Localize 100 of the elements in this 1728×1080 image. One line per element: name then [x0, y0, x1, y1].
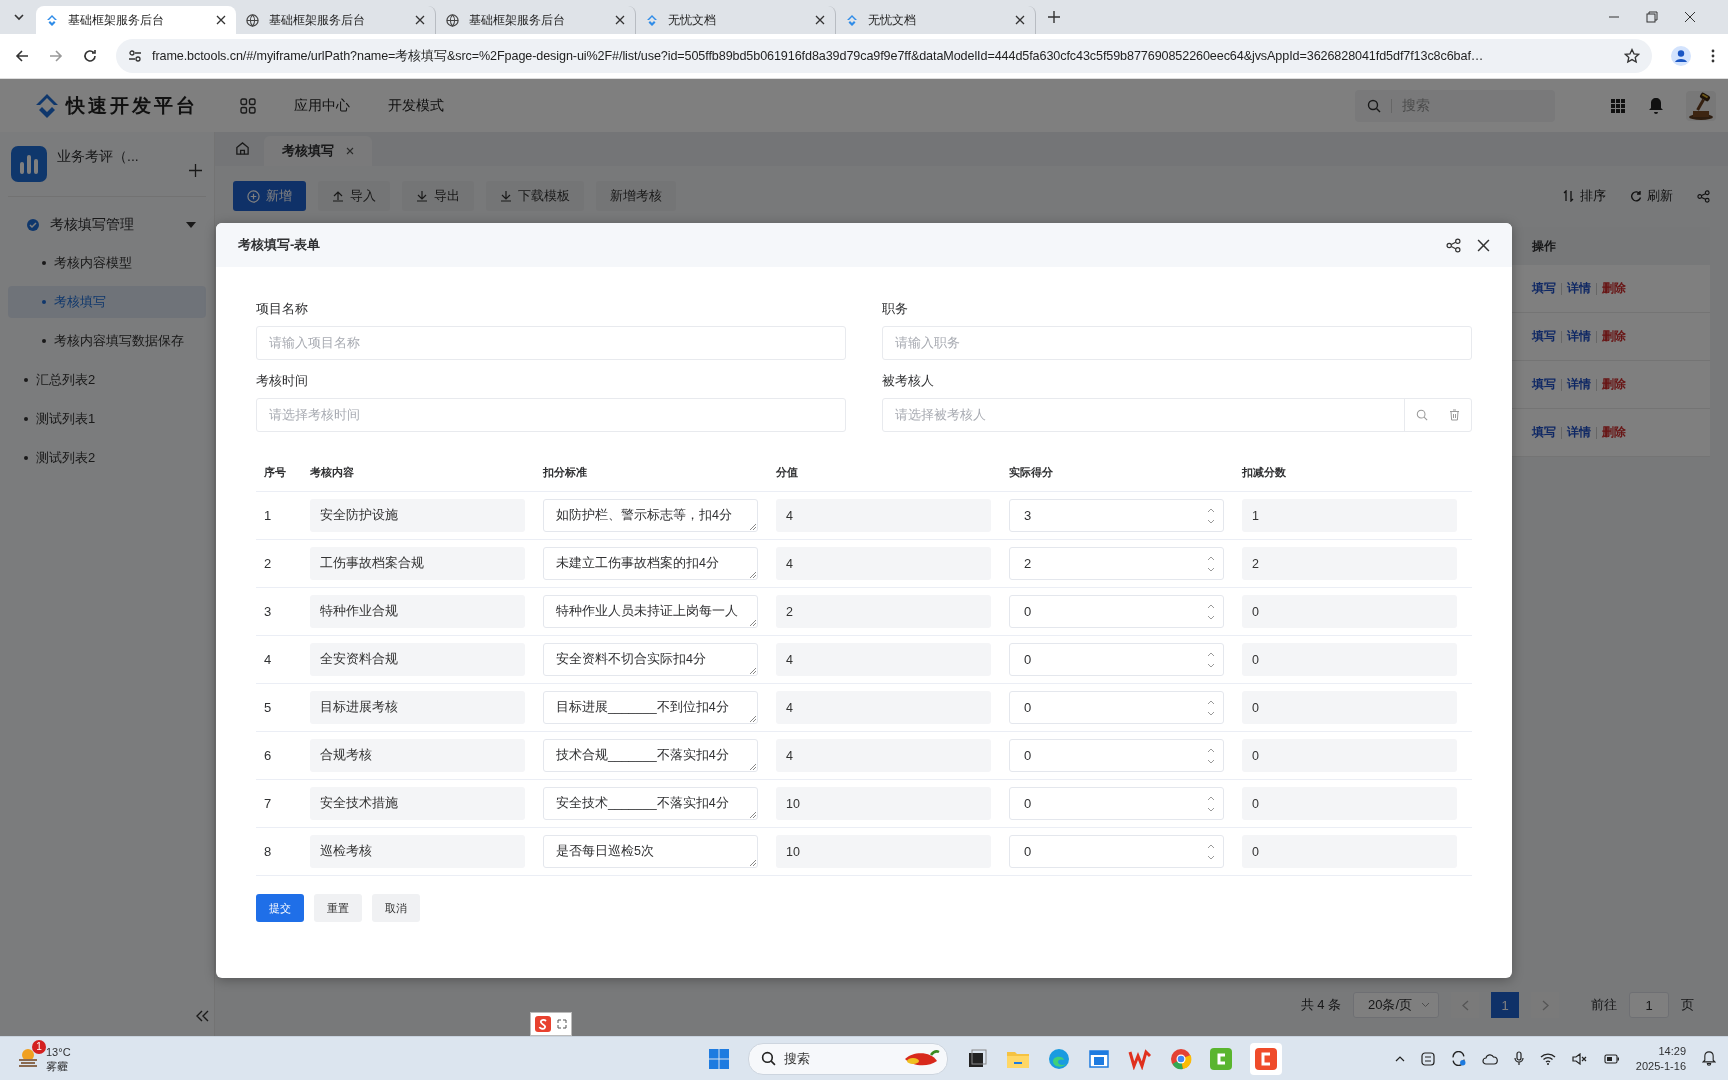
battery-icon[interactable] — [1603, 1053, 1620, 1064]
chevron-up-icon[interactable] — [1394, 1055, 1405, 1062]
task-view-icon[interactable] — [966, 1047, 989, 1070]
chrome-browser-icon[interactable] — [1170, 1047, 1193, 1070]
back-icon[interactable] — [14, 48, 30, 64]
tray-app-icon[interactable] — [1420, 1051, 1435, 1066]
resize-grip-icon[interactable] — [749, 667, 756, 674]
profile-icon[interactable] — [1670, 45, 1692, 67]
score-field[interactable]: 2 — [776, 595, 991, 628]
content-field[interactable]: 巡检考核 — [310, 835, 525, 868]
row-action-link[interactable]: 填写 — [1532, 424, 1556, 441]
score-field[interactable]: 4 — [776, 739, 991, 772]
number-field[interactable]: 0 — [1009, 595, 1224, 628]
score-field[interactable]: 4 — [776, 643, 991, 676]
deduction-field[interactable]: 0 — [1242, 691, 1457, 724]
score-field[interactable]: 10 — [776, 835, 991, 868]
number-field[interactable]: 0 — [1009, 643, 1224, 676]
number-field[interactable]: 3 — [1009, 499, 1224, 532]
row-action-link[interactable]: 填写 — [1532, 328, 1556, 345]
content-field[interactable]: 工伤事故档案合规 — [310, 547, 525, 580]
toolbar-button[interactable]: 导出 — [402, 181, 474, 211]
bell-icon[interactable] — [1648, 96, 1664, 115]
restore-icon[interactable] — [1646, 11, 1658, 23]
cloud-icon[interactable] — [1481, 1052, 1498, 1065]
standard-field[interactable]: 如防护栏、警示标志等，扣4分 — [543, 499, 758, 532]
close-icon[interactable] — [415, 15, 425, 25]
content-field[interactable]: 全安资料合规 — [310, 643, 525, 676]
standard-field[interactable]: 目标进展_______不到位扣4分 — [543, 691, 758, 724]
menu-item[interactable]: 考核内容填写数据保存 — [8, 325, 206, 357]
resize-grip-icon[interactable] — [749, 523, 756, 530]
deduction-field[interactable]: 0 — [1242, 835, 1457, 868]
menu-group[interactable]: 考核填写管理 — [8, 207, 206, 243]
ime-toolbar[interactable] — [530, 1012, 572, 1036]
clock[interactable]: 14:29 2025-1-16 — [1635, 1043, 1686, 1074]
site-settings-icon[interactable] — [128, 49, 142, 63]
standard-field[interactable]: 安全技术_______不落实扣4分 — [543, 787, 758, 820]
deduction-field[interactable]: 0 — [1242, 739, 1457, 772]
apps-icon[interactable] — [240, 97, 256, 114]
window-app-icon[interactable] — [1088, 1047, 1111, 1070]
toolbar-button[interactable]: 下载模板 — [486, 181, 584, 211]
close-icon[interactable] — [615, 15, 625, 25]
microphone-icon[interactable] — [1513, 1051, 1524, 1066]
resize-grip-icon[interactable] — [749, 763, 756, 770]
close-icon[interactable] — [815, 15, 825, 25]
letter-app-icon[interactable] — [1210, 1047, 1233, 1070]
search-icon[interactable] — [1415, 409, 1428, 421]
content-field[interactable]: 特种作业合规 — [310, 595, 525, 628]
forward-icon[interactable] — [48, 48, 64, 64]
nav-link[interactable]: 应用中心 — [294, 96, 350, 115]
deduction-field[interactable]: 0 — [1242, 595, 1457, 628]
deduction-field[interactable]: 0 — [1242, 643, 1457, 676]
row-action-link[interactable]: 详情 — [1567, 328, 1591, 345]
number-field[interactable]: 2 — [1009, 547, 1224, 580]
toolbar-button[interactable]: 导入 — [318, 181, 390, 211]
row-action-link[interactable]: 填写 — [1532, 376, 1556, 393]
taskbar-search-field[interactable]: 搜索 — [748, 1042, 949, 1075]
row-action-link[interactable]: 详情 — [1567, 376, 1591, 393]
new-tab-icon[interactable] — [1048, 11, 1060, 23]
deduction-field[interactable]: 0 — [1242, 787, 1457, 820]
browser-tab[interactable]: 基础框架服务后台 — [36, 6, 236, 34]
share-icon[interactable] — [1446, 237, 1461, 253]
content-field[interactable]: 安全防护设施 — [310, 499, 525, 532]
home-icon[interactable] — [235, 141, 250, 156]
windows-start-icon[interactable] — [708, 1047, 731, 1070]
edge-browser-icon[interactable] — [1048, 1047, 1071, 1070]
menu-item[interactable]: 考核内容模型 — [8, 247, 206, 279]
resize-grip-icon[interactable] — [749, 715, 756, 722]
deduction-field[interactable]: 1 — [1242, 499, 1457, 532]
row-action-link[interactable]: 详情 — [1567, 280, 1591, 297]
number-field[interactable]: 0 — [1009, 691, 1224, 724]
goto-page-field[interactable]: 1 — [1629, 992, 1669, 1018]
nav-link[interactable]: 开发模式 — [388, 96, 444, 115]
add-icon[interactable] — [189, 164, 202, 177]
standard-field[interactable]: 安全资料不切合实际扣4分 — [543, 643, 758, 676]
toolbar-button[interactable]: 新增考核 — [596, 181, 676, 211]
content-field[interactable]: 合规考核 — [310, 739, 525, 772]
close-icon[interactable] — [216, 15, 226, 25]
trash-icon[interactable] — [1449, 409, 1461, 421]
number-field[interactable]: 0 — [1009, 835, 1224, 868]
resize-grip-icon[interactable] — [749, 811, 756, 818]
row-action-link[interactable]: 详情 — [1567, 424, 1591, 441]
collapse-icon[interactable] — [196, 1010, 210, 1022]
close-icon[interactable] — [1477, 238, 1490, 252]
resize-grip-icon[interactable] — [749, 859, 756, 866]
content-field[interactable]: 目标进展考核 — [310, 691, 525, 724]
form-button[interactable]: 提交 — [256, 894, 304, 922]
sync-icon[interactable] — [1450, 1051, 1466, 1066]
deduction-field[interactable]: 2 — [1242, 547, 1457, 580]
active-letter-app-icon[interactable] — [1250, 1042, 1283, 1075]
more-icon[interactable] — [1710, 48, 1716, 64]
star-icon[interactable] — [1624, 48, 1640, 64]
menu-item[interactable]: 汇总列表2 — [8, 364, 206, 396]
notification-bell-icon[interactable] — [1702, 1051, 1716, 1066]
resize-grip-icon[interactable] — [749, 571, 756, 578]
standard-field[interactable]: 特种作业人员未持证上岗每一人 — [543, 595, 758, 628]
form-button[interactable]: 重置 — [314, 894, 362, 922]
standard-field[interactable]: 技术合规_______不落实扣4分 — [543, 739, 758, 772]
office-app-icon[interactable] — [1128, 1047, 1153, 1070]
standard-field[interactable]: 未建立工伤事故档案的扣4分 — [543, 547, 758, 580]
number-field[interactable]: 0 — [1009, 739, 1224, 772]
